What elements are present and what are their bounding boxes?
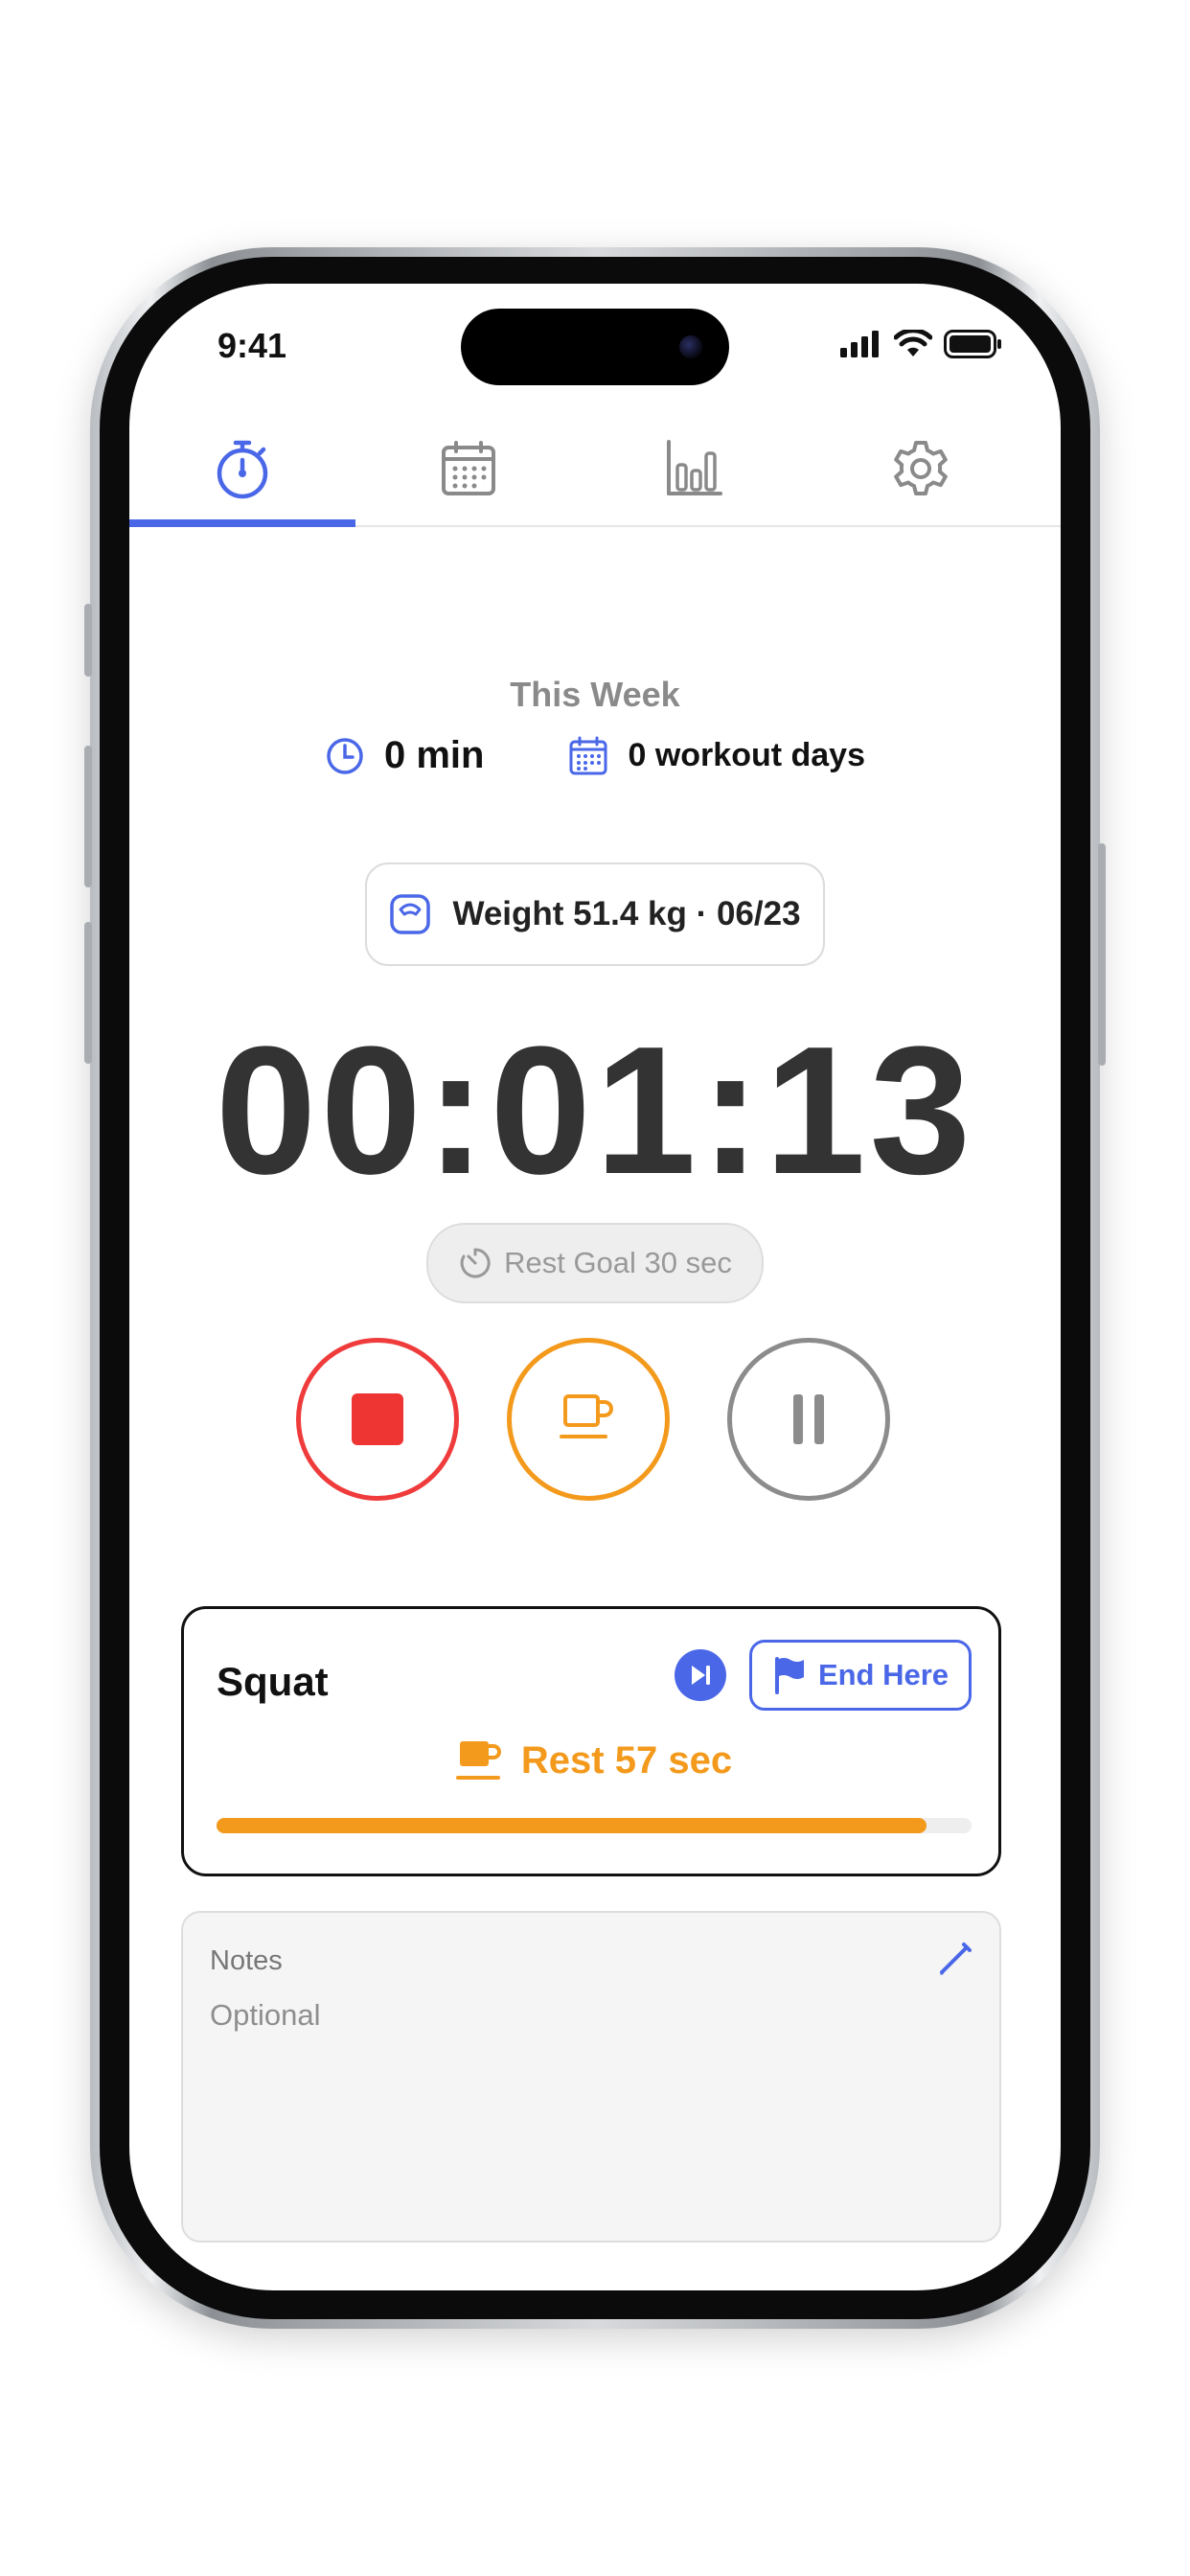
skip-next-icon <box>692 1666 710 1685</box>
power-button <box>1098 843 1106 1066</box>
flag-icon <box>774 1657 804 1694</box>
weight-label: Weight 51.4 kg · 06/23 <box>452 895 801 932</box>
end-here-label: End Here <box>817 1658 950 1691</box>
calendar-icon <box>442 441 495 495</box>
app-screen: 9:41 This Week 0 min 0 workout days Weig… <box>129 284 1061 2290</box>
calendar-small-icon <box>569 736 607 774</box>
tab-stats[interactable] <box>582 412 808 525</box>
week-title: This Week <box>510 675 680 714</box>
front-camera <box>679 335 702 358</box>
rest-progress-track <box>217 1818 972 1833</box>
exercise-card: Squat End Here Rest 57 sec <box>181 1606 1001 1876</box>
dynamic-island <box>461 309 729 385</box>
rest-progress-fill <box>217 1818 927 1833</box>
rest-button[interactable] <box>507 1338 670 1501</box>
clock-icon <box>327 737 363 774</box>
skip-next-button[interactable] <box>675 1649 726 1701</box>
scale-icon <box>390 894 431 934</box>
rest-countdown: Rest 57 sec <box>184 1737 1004 1783</box>
tab-calendar[interactable] <box>355 412 582 525</box>
tab-active-indicator <box>129 519 355 527</box>
stop-button[interactable] <box>296 1338 459 1501</box>
stop-icon <box>352 1393 403 1445</box>
week-minutes: 0 min <box>384 734 485 776</box>
notes-box: Notes <box>181 1911 1001 2242</box>
notes-input[interactable] <box>210 1991 938 2039</box>
volume-up-button <box>84 746 92 887</box>
status-icons <box>840 330 1003 358</box>
bar-chart-icon <box>667 440 722 495</box>
action-button <box>84 604 92 677</box>
elapsed-timer: 00:01:13 <box>215 1009 975 1212</box>
pause-button[interactable] <box>727 1338 890 1501</box>
weight-chip[interactable]: Weight 51.4 kg · 06/23 <box>365 862 825 966</box>
wifi-icon <box>894 330 932 356</box>
rest-goal-chip[interactable]: Rest Goal 30 sec <box>426 1223 764 1303</box>
tab-settings[interactable] <box>808 412 1034 525</box>
rest-goal-label: Rest Goal 30 sec <box>504 1246 732 1279</box>
coffee-cup-small-icon <box>455 1741 501 1780</box>
coffee-cup-icon <box>560 1394 613 1438</box>
battery-icon <box>944 330 1001 358</box>
volume-down-button <box>84 922 92 1064</box>
pencil-icon[interactable] <box>936 1940 974 1978</box>
tab-timer[interactable] <box>129 412 355 527</box>
notes-label: Notes <box>210 1945 283 1976</box>
week-summary: 0 min 0 workout days <box>129 734 1061 777</box>
status-time: 9:41 <box>217 326 287 365</box>
end-here-button[interactable]: End Here <box>749 1640 972 1711</box>
pause-icon <box>793 1394 824 1444</box>
timer-icon <box>460 1248 491 1278</box>
tab-bar <box>129 412 1061 527</box>
stopwatch-icon <box>217 440 268 499</box>
week-workout-days: 0 workout days <box>628 737 865 773</box>
gear-icon <box>894 441 948 495</box>
exercise-name: Squat <box>217 1659 329 1704</box>
signal-icon <box>840 331 879 357</box>
rest-remaining-label: Rest 57 sec <box>520 1738 733 1782</box>
